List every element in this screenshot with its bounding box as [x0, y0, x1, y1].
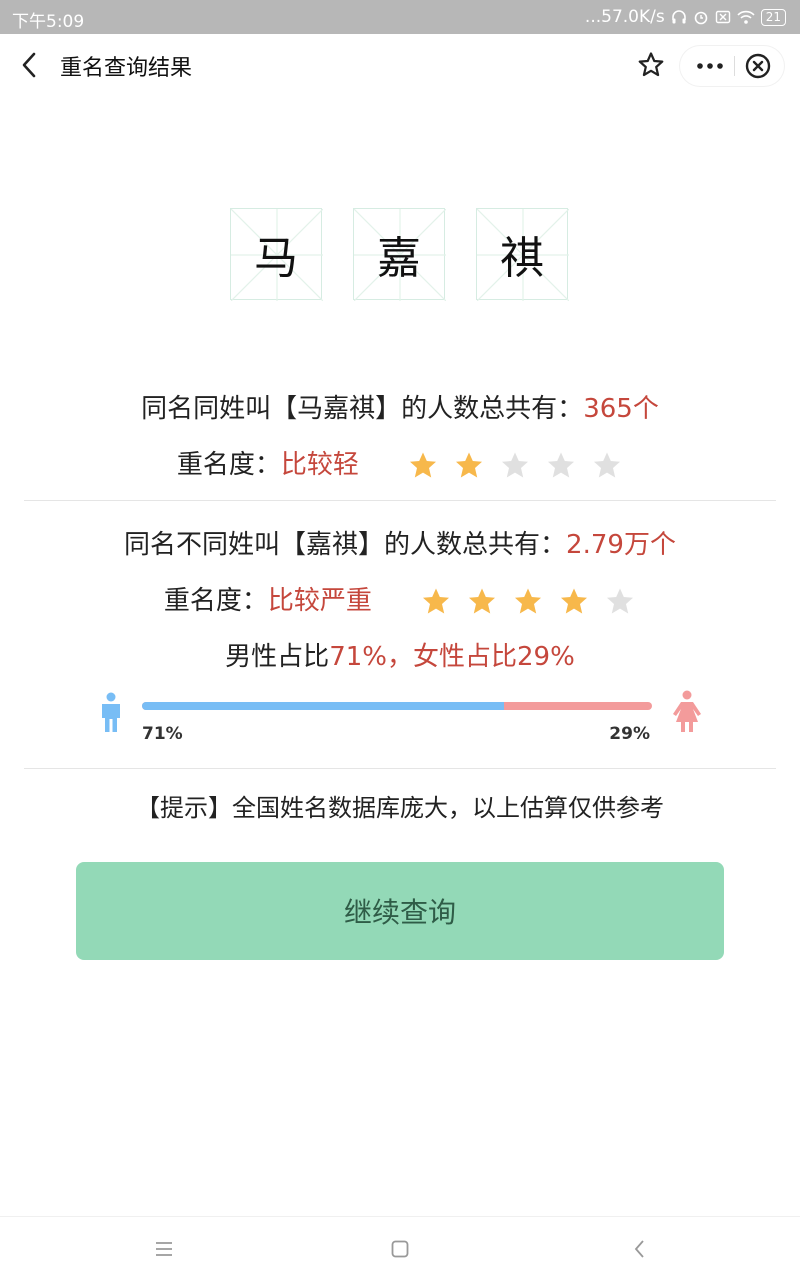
wifi-icon: [737, 9, 755, 25]
gender-ratio-bar: [142, 702, 652, 710]
back-arrow-icon[interactable]: [16, 50, 46, 80]
home-square-icon[interactable]: [388, 1237, 412, 1261]
mini-program-capsule: [680, 46, 784, 86]
male-ratio-value: 71%: [329, 642, 387, 672]
more-dots-icon[interactable]: [690, 52, 730, 80]
sim-off-icon: [715, 9, 731, 25]
system-nav-bar: [0, 1216, 800, 1281]
status-time: 下午5:09: [12, 12, 85, 32]
male-ratio-fill: [142, 702, 505, 710]
star-filled-icon: [561, 588, 588, 613]
page-title: 重名查询结果: [60, 56, 193, 81]
degree-value: 比较轻: [280, 450, 359, 480]
gender-ratio-line: 男性占比71%，女性占比29%: [0, 636, 800, 673]
star-outline-icon[interactable]: [636, 50, 666, 80]
name-char-box: 马: [230, 208, 323, 301]
female-percent-label: 29%: [609, 724, 650, 744]
name-char-box: 嘉: [353, 208, 446, 301]
capsule-divider: [734, 56, 735, 76]
same-full-name-count-line: 同名同姓叫【马嘉祺】的人数总共有：365个: [0, 388, 800, 425]
name-char: 嘉: [377, 233, 421, 284]
name-char-box: 祺: [476, 208, 569, 301]
star-empty-icon: [502, 452, 529, 477]
name-char: 马: [254, 233, 298, 284]
battery-indicator: 21: [760, 8, 786, 26]
section-divider: [24, 500, 776, 501]
star-filled-icon: [423, 588, 450, 613]
female-ratio-label: 女性占比: [413, 642, 518, 672]
nav-bar: 重名查询结果: [0, 34, 800, 96]
menu-icon[interactable]: [152, 1237, 176, 1261]
star-filled-icon: [515, 588, 542, 613]
same-given-name-count: 2.79万个: [566, 530, 676, 560]
degree-star-rating: [407, 450, 623, 482]
degree-label: 重名度：: [176, 450, 281, 480]
same-full-name-degree-line: 重名度：比较轻: [0, 444, 800, 482]
male-ratio-label: 男性占比: [225, 642, 330, 672]
male-person-icon: [96, 692, 126, 734]
star-empty-icon: [594, 452, 621, 477]
status-icons: ...57.0K/s 21: [585, 7, 786, 27]
degree-value: 比较严重: [267, 586, 372, 616]
name-char: 祺: [500, 233, 544, 284]
alarm-icon: [693, 9, 709, 25]
star-empty-icon: [607, 588, 634, 613]
same-given-name-degree-line: 重名度：比较严重: [0, 580, 800, 618]
network-speed: ...57.0K/s: [584, 7, 665, 27]
star-empty-icon: [548, 452, 575, 477]
male-percent-label: 71%: [142, 724, 183, 744]
star-filled-icon: [456, 452, 483, 477]
star-filled-icon: [469, 588, 496, 613]
female-ratio-value: 29%: [517, 642, 575, 672]
same-full-name-count: 365个: [583, 394, 659, 424]
star-filled-icon: [410, 452, 437, 477]
continue-query-button[interactable]: 继续查询: [76, 862, 724, 960]
female-person-icon: [670, 690, 704, 734]
same-given-name-label: 同名不同姓叫【嘉祺】的人数总共有：: [124, 530, 567, 560]
status-bar: 下午5:09 ...57.0K/s 21: [0, 0, 800, 34]
degree-label: 重名度：: [163, 586, 268, 616]
ratio-separator: ，: [386, 642, 413, 672]
same-full-name-label: 同名同姓叫【马嘉祺】的人数总共有：: [141, 394, 584, 424]
headphones-icon: [671, 9, 687, 25]
same-given-name-count-line: 同名不同姓叫【嘉祺】的人数总共有：2.79万个: [0, 524, 800, 561]
degree-star-rating: [420, 586, 636, 618]
system-back-icon[interactable]: [628, 1237, 652, 1261]
close-circle-icon[interactable]: [744, 52, 772, 80]
tip-text: 【提示】全国姓名数据库庞大，以上估算仅供参考: [136, 794, 664, 822]
section-divider: [24, 768, 776, 769]
name-character-boxes: 马 嘉 祺: [230, 208, 570, 302]
